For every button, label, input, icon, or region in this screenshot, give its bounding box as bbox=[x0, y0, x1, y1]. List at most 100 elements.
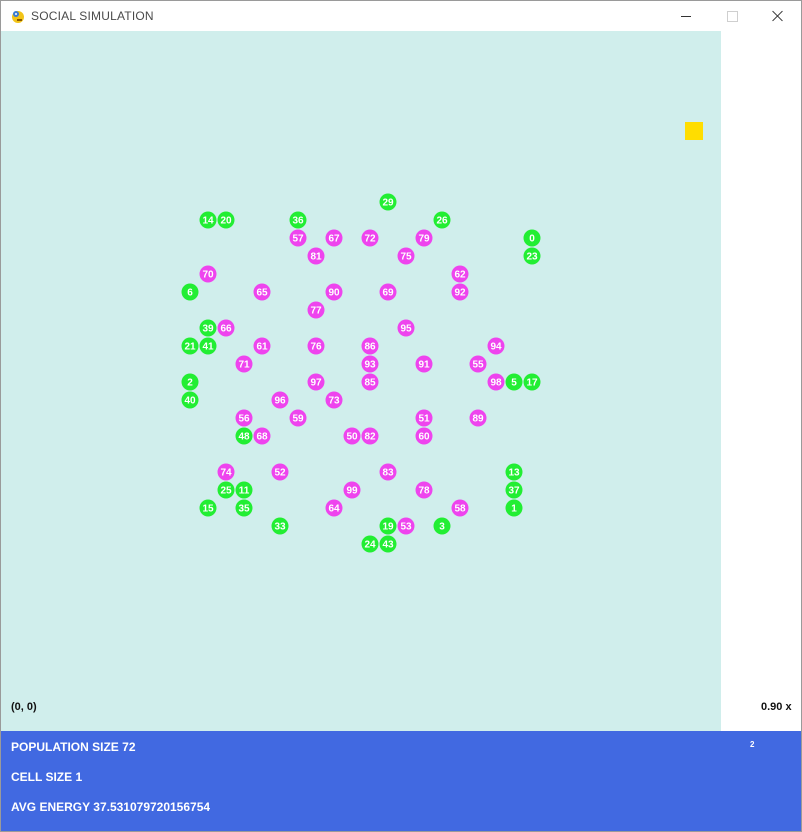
agent-15: 15 bbox=[199, 499, 217, 517]
window-title: SOCIAL SIMULATION bbox=[31, 9, 154, 23]
population-stat: POPULATION SIZE 72 bbox=[11, 740, 136, 754]
agent-label: 19 bbox=[382, 522, 394, 533]
agent-48: 48 bbox=[235, 427, 253, 445]
agent-label: 25 bbox=[220, 486, 232, 497]
agent-75: 75 bbox=[397, 247, 415, 265]
agent-98: 98 bbox=[487, 373, 505, 391]
agent-13: 13 bbox=[505, 463, 523, 481]
agent-76: 76 bbox=[307, 337, 325, 355]
agent-label: 5 bbox=[511, 378, 517, 389]
agent-label: 6 bbox=[187, 288, 193, 299]
agent-label: 85 bbox=[364, 378, 376, 389]
cell-size-value: 1 bbox=[75, 770, 83, 784]
agent-97: 97 bbox=[307, 373, 325, 391]
stats-panel: POPULATION SIZE 72 CELL SIZE 1 AVG ENERG… bbox=[1, 731, 801, 831]
agent-label: 57 bbox=[292, 234, 304, 245]
minimize-icon bbox=[681, 15, 691, 17]
agent-83: 83 bbox=[379, 463, 397, 481]
agent-90: 90 bbox=[325, 283, 343, 301]
agent-14: 14 bbox=[199, 211, 217, 229]
side-panel: 0.90 x bbox=[721, 31, 801, 731]
agent-label: 91 bbox=[418, 360, 430, 371]
agent-label: 67 bbox=[328, 234, 340, 245]
cell-size-label: CELL SIZE bbox=[11, 770, 73, 784]
agent-2: 2 bbox=[181, 373, 199, 391]
agent-40: 40 bbox=[181, 391, 199, 409]
agent-label: 15 bbox=[202, 504, 214, 515]
agent-25: 25 bbox=[217, 481, 235, 499]
agent-label: 2 bbox=[187, 378, 193, 389]
avg-energy-label: AVG ENERGY bbox=[11, 800, 90, 814]
agent-39: 39 bbox=[199, 319, 217, 337]
close-button[interactable] bbox=[755, 1, 801, 31]
agent-label: 43 bbox=[382, 540, 394, 551]
agent-label: 90 bbox=[328, 288, 340, 299]
agent-96: 96 bbox=[271, 391, 289, 409]
agent-label: 24 bbox=[364, 540, 376, 551]
agent-label: 93 bbox=[364, 360, 376, 371]
agent-50: 50 bbox=[343, 427, 361, 445]
agent-label: 79 bbox=[418, 234, 430, 245]
agent-label: 76 bbox=[310, 342, 322, 353]
agent-60: 60 bbox=[415, 427, 433, 445]
agent-1: 1 bbox=[505, 499, 523, 517]
agent-65: 65 bbox=[253, 283, 271, 301]
agent-86: 86 bbox=[361, 337, 379, 355]
cell-size-stat: CELL SIZE 1 bbox=[11, 770, 82, 784]
agent-label: 35 bbox=[238, 504, 250, 515]
agent-79: 79 bbox=[415, 229, 433, 247]
agent-label: 55 bbox=[472, 360, 484, 371]
agent-label: 65 bbox=[256, 288, 268, 299]
minimize-button[interactable] bbox=[663, 1, 709, 31]
agent-43: 43 bbox=[379, 535, 397, 553]
agent-91: 91 bbox=[415, 355, 433, 373]
agent-label: 82 bbox=[364, 432, 376, 443]
agent-label: 13 bbox=[508, 468, 520, 479]
agent-label: 61 bbox=[256, 342, 268, 353]
title-bar[interactable]: SOCIAL SIMULATION bbox=[1, 1, 801, 31]
agent-56: 56 bbox=[235, 409, 253, 427]
agent-26: 26 bbox=[433, 211, 451, 229]
food-item bbox=[685, 122, 703, 140]
agent-81: 81 bbox=[307, 247, 325, 265]
agent-label: 66 bbox=[220, 324, 232, 335]
agent-label: 73 bbox=[328, 396, 340, 407]
agent-label: 0 bbox=[529, 234, 535, 245]
agent-6: 6 bbox=[181, 283, 199, 301]
agent-74: 74 bbox=[217, 463, 235, 481]
agent-label: 62 bbox=[454, 270, 466, 281]
agent-label: 56 bbox=[238, 414, 250, 425]
simulation-canvas[interactable]: 29 14 20 36 26 57 67 72 79 0 81 75 23 70 62 6 65 90 69 92 77… bbox=[1, 31, 721, 731]
agent-55: 55 bbox=[469, 355, 487, 373]
agent-11: 11 bbox=[235, 481, 253, 499]
agent-label: 14 bbox=[202, 216, 214, 227]
agent-label: 94 bbox=[490, 342, 502, 353]
agent-label: 86 bbox=[364, 342, 376, 353]
agent-label: 60 bbox=[418, 432, 430, 443]
agent-20: 20 bbox=[217, 211, 235, 229]
side-indicator: 2 bbox=[750, 740, 755, 749]
agent-label: 81 bbox=[310, 252, 322, 263]
agent-label: 40 bbox=[184, 396, 196, 407]
agent-label: 20 bbox=[220, 216, 232, 227]
agent-82: 82 bbox=[361, 427, 379, 445]
population-label: POPULATION SIZE bbox=[11, 740, 119, 754]
agent-67: 67 bbox=[325, 229, 343, 247]
agent-label: 95 bbox=[400, 324, 412, 335]
close-icon bbox=[772, 10, 784, 22]
agent-62: 62 bbox=[451, 265, 469, 283]
agent-3: 3 bbox=[433, 517, 451, 535]
agent-51: 51 bbox=[415, 409, 433, 427]
agent-99: 99 bbox=[343, 481, 361, 499]
agent-33: 33 bbox=[271, 517, 289, 535]
agent-89: 89 bbox=[469, 409, 487, 427]
maximize-button[interactable] bbox=[709, 1, 755, 31]
agent-5: 5 bbox=[505, 373, 523, 391]
zoom-readout: 0.90 x bbox=[761, 701, 792, 713]
agent-19: 19 bbox=[379, 517, 397, 535]
agent-label: 36 bbox=[292, 216, 304, 227]
agent-24: 24 bbox=[361, 535, 379, 553]
agent-label: 71 bbox=[238, 360, 250, 371]
agent-label: 58 bbox=[454, 504, 466, 515]
agent-21: 21 bbox=[181, 337, 199, 355]
